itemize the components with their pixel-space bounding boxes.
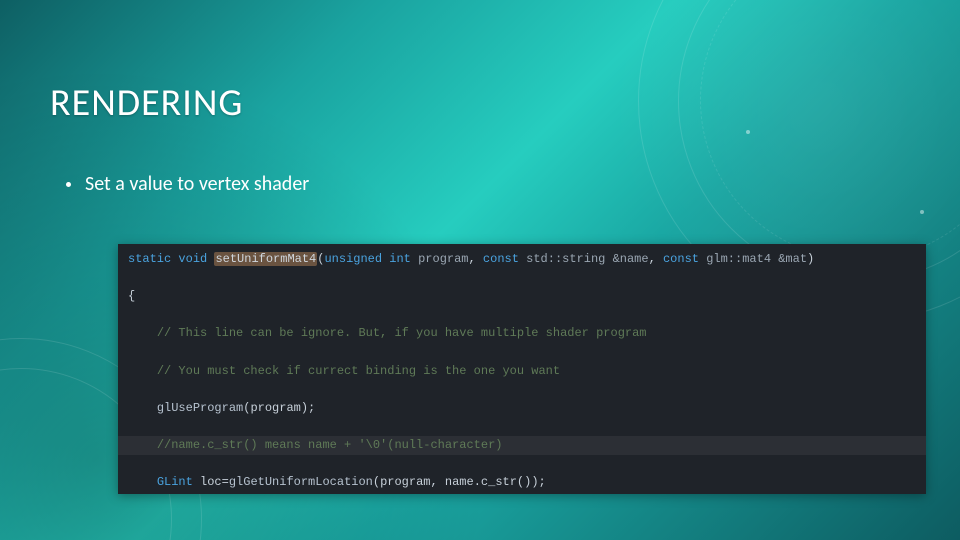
p3-kw: const xyxy=(663,252,699,266)
comment: // You must check if currect binding is … xyxy=(157,364,560,378)
paren: ) xyxy=(807,252,814,266)
kw-void: void xyxy=(178,252,207,266)
code-block: static void setUniformMat4(unsigned int … xyxy=(118,244,926,494)
p2-ns: std::string xyxy=(526,252,605,266)
hud-dot xyxy=(746,130,750,134)
bullet-dot-icon xyxy=(66,182,71,187)
slide: RENDERING Set a value to vertex shader s… xyxy=(0,0,960,540)
p2-kw: const xyxy=(483,252,519,266)
p3-ns: glm::mat4 xyxy=(706,252,771,266)
comment: //name.c_str() means name + '\0'(null-ch… xyxy=(157,438,503,452)
fn-call: glUseProgram xyxy=(157,401,243,415)
p2-name: &name xyxy=(613,252,649,266)
var: loc xyxy=(200,475,222,489)
p3-name: &mat xyxy=(778,252,807,266)
kw-static: static xyxy=(128,252,171,266)
arg: program xyxy=(380,475,430,489)
p1-type: unsigned int xyxy=(324,252,410,266)
arg-obj: name xyxy=(445,475,474,489)
code-panel: static void setUniformMat4(unsigned int … xyxy=(118,244,926,494)
arg: program xyxy=(250,401,300,415)
p1-name: program xyxy=(418,252,468,266)
brace-open: { xyxy=(128,289,135,303)
type: GLint xyxy=(157,475,193,489)
fn-call: glGetUniformLocation xyxy=(229,475,373,489)
hud-circle-med xyxy=(678,0,960,282)
bullet-text: Set a value to vertex shader xyxy=(85,172,309,196)
bullet-row: Set a value to vertex shader xyxy=(66,172,309,196)
arg-call: c_str() xyxy=(481,475,531,489)
hud-tick-ring xyxy=(700,0,960,260)
fn-name: setUniformMat4 xyxy=(214,252,317,266)
slide-title: RENDERING xyxy=(50,80,243,126)
comment: // This line can be ignore. But, if you … xyxy=(157,326,647,340)
hud-dot xyxy=(920,210,924,214)
